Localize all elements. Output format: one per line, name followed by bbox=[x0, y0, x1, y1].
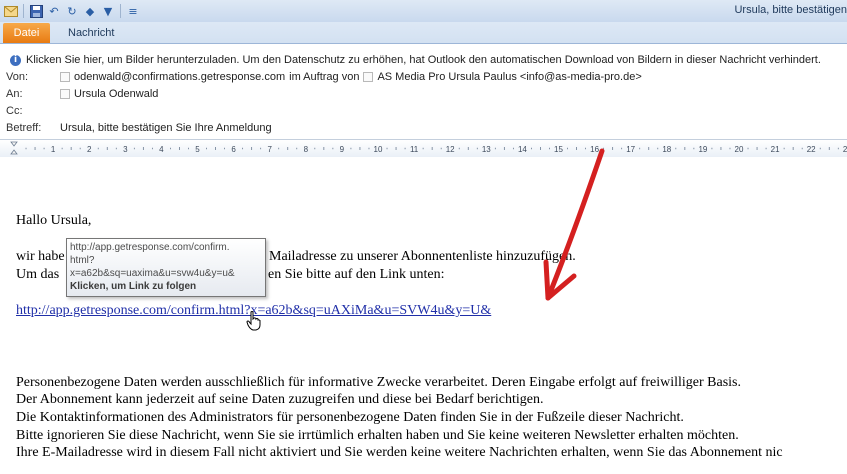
ruler-number: 12 bbox=[446, 145, 455, 154]
undo-icon[interactable]: ↶ bbox=[46, 3, 62, 19]
tab-message[interactable]: Nachricht bbox=[58, 23, 124, 43]
ruler-number: 21 bbox=[771, 145, 780, 154]
greeting: Hallo Ursula, bbox=[16, 213, 92, 228]
ruler-number: 2 bbox=[87, 145, 92, 154]
ruler-number: 4 bbox=[159, 145, 164, 154]
from-row: Von: odenwald@confirmations.getresponse.… bbox=[0, 70, 847, 86]
window-title: Ursula, bitte bestätigen bbox=[734, 4, 847, 16]
contact-picture-icon bbox=[363, 72, 374, 82]
body-paragraph-3: Die Kontaktinformationen des Administrat… bbox=[16, 410, 684, 425]
from-via-text: im Auftrag von bbox=[289, 71, 360, 83]
ruler-number: 3 bbox=[123, 145, 128, 154]
from-sender[interactable]: odenwald@confirmations.getresponse.com bbox=[74, 71, 285, 83]
ruler: 1234567891011121314151617181920212223 bbox=[0, 139, 847, 158]
tooltip-hint: Klicken, um Link zu folgen bbox=[70, 281, 197, 292]
ruler-number: 6 bbox=[231, 145, 236, 154]
tab-file[interactable]: Datei bbox=[3, 23, 50, 43]
body-line-2-end: en Sie bitte auf den Link unten: bbox=[268, 267, 445, 282]
ruler-number: 16 bbox=[590, 145, 599, 154]
down-icon[interactable]: ▼ bbox=[100, 3, 116, 19]
ruler-number: 20 bbox=[735, 145, 744, 154]
save-icon[interactable] bbox=[28, 3, 44, 19]
ruler-number: 22 bbox=[807, 145, 816, 154]
message-body[interactable]: Hallo Ursula, wir habe Mailadresse zu un… bbox=[0, 157, 847, 474]
ribbon-tabs: Datei Nachricht bbox=[0, 22, 847, 44]
to-value: Ursula Odenwald bbox=[60, 88, 158, 100]
ruler-number: 9 bbox=[340, 145, 345, 154]
ruler-indent-marker[interactable] bbox=[10, 149, 18, 155]
up-icon[interactable]: ◆ bbox=[82, 3, 98, 19]
ruler-number: 14 bbox=[518, 145, 527, 154]
subject-row: Betreff: Ursula, bitte bestätigen Sie Ih… bbox=[0, 121, 847, 137]
title-bar: ↶ ↻ ◆ ▼ ≡ Ursula, bitte bestätigen bbox=[0, 0, 847, 23]
link-tooltip: http://app.getresponse.com/confirm. html… bbox=[66, 238, 266, 297]
ruler-number: 7 bbox=[267, 145, 272, 154]
from-onbehalf[interactable]: AS Media Pro Ursula Paulus <info@as-medi… bbox=[377, 71, 641, 83]
info-icon: i bbox=[10, 54, 21, 66]
contact-picture-icon bbox=[60, 89, 70, 99]
from-value: odenwald@confirmations.getresponse.com i… bbox=[60, 71, 642, 83]
from-label: Von: bbox=[6, 71, 29, 83]
mail-icon bbox=[3, 3, 19, 19]
cc-label: Cc: bbox=[6, 105, 23, 117]
ruler-number: 8 bbox=[304, 145, 309, 154]
ruler-number: 11 bbox=[410, 145, 419, 154]
ruler-number: 23 bbox=[843, 145, 847, 154]
message-header: Von: odenwald@confirmations.getresponse.… bbox=[0, 70, 847, 138]
infobar-text: Klicken Sie hier, um Bilder herunterzula… bbox=[26, 54, 821, 66]
to-recipient[interactable]: Ursula Odenwald bbox=[74, 88, 158, 100]
ruler-number: 19 bbox=[698, 145, 707, 154]
body-line-1-start: wir habe bbox=[16, 249, 65, 264]
body-line-1-end: Mailadresse zu unserer Abonnentenliste h… bbox=[269, 249, 576, 264]
ruler-number: 1 bbox=[51, 145, 56, 154]
tooltip-url-line-3: x=a62b&sq=uaxima&u=svw4u&y=u& bbox=[70, 268, 235, 279]
contact-picture-icon bbox=[60, 72, 70, 82]
body-paragraph-4: Bitte ignorieren Sie diese Nachricht, we… bbox=[16, 428, 739, 443]
tooltip-url-line-2: html? bbox=[70, 255, 95, 266]
customize-icon[interactable]: ≡ bbox=[125, 3, 141, 19]
quick-access-toolbar: ↶ ↻ ◆ ▼ ≡ bbox=[3, 3, 141, 19]
redo-icon[interactable]: ↻ bbox=[64, 3, 80, 19]
subject-value: Ursula, bitte bestätigen Sie Ihre Anmeld… bbox=[60, 122, 272, 134]
toolbar-separator bbox=[23, 4, 24, 18]
ruler-indent-marker[interactable] bbox=[10, 141, 18, 147]
hand-cursor-icon bbox=[246, 311, 261, 331]
subject-label: Betreff: bbox=[6, 122, 42, 134]
to-label: An: bbox=[6, 88, 23, 100]
cc-row: Cc: bbox=[0, 104, 847, 120]
download-pictures-infobar[interactable]: i Klicken Sie hier, um Bilder herunterzu… bbox=[0, 50, 847, 70]
tooltip-url-line-1: http://app.getresponse.com/confirm. bbox=[70, 242, 230, 253]
ruler-number: 13 bbox=[482, 145, 491, 154]
body-paragraph-5: Ihre E-Mailadresse wird in diesem Fall n… bbox=[16, 445, 783, 460]
ruler-number: 10 bbox=[374, 145, 383, 154]
body-paragraph-2: Der Abonnement kann jederzeit auf seine … bbox=[16, 392, 544, 407]
ruler-number: 15 bbox=[554, 145, 563, 154]
ruler-number: 5 bbox=[195, 145, 200, 154]
ruler-scale: 1234567891011121314151617181920212223 bbox=[10, 141, 847, 155]
body-paragraph-1: Personenbezogene Daten werden ausschließ… bbox=[16, 375, 741, 390]
to-row: An: Ursula Odenwald bbox=[0, 87, 847, 103]
ruler-number: 18 bbox=[662, 145, 671, 154]
toolbar-separator bbox=[120, 4, 121, 18]
ruler-number: 17 bbox=[626, 145, 635, 154]
body-line-2-start: Um das bbox=[16, 267, 60, 282]
